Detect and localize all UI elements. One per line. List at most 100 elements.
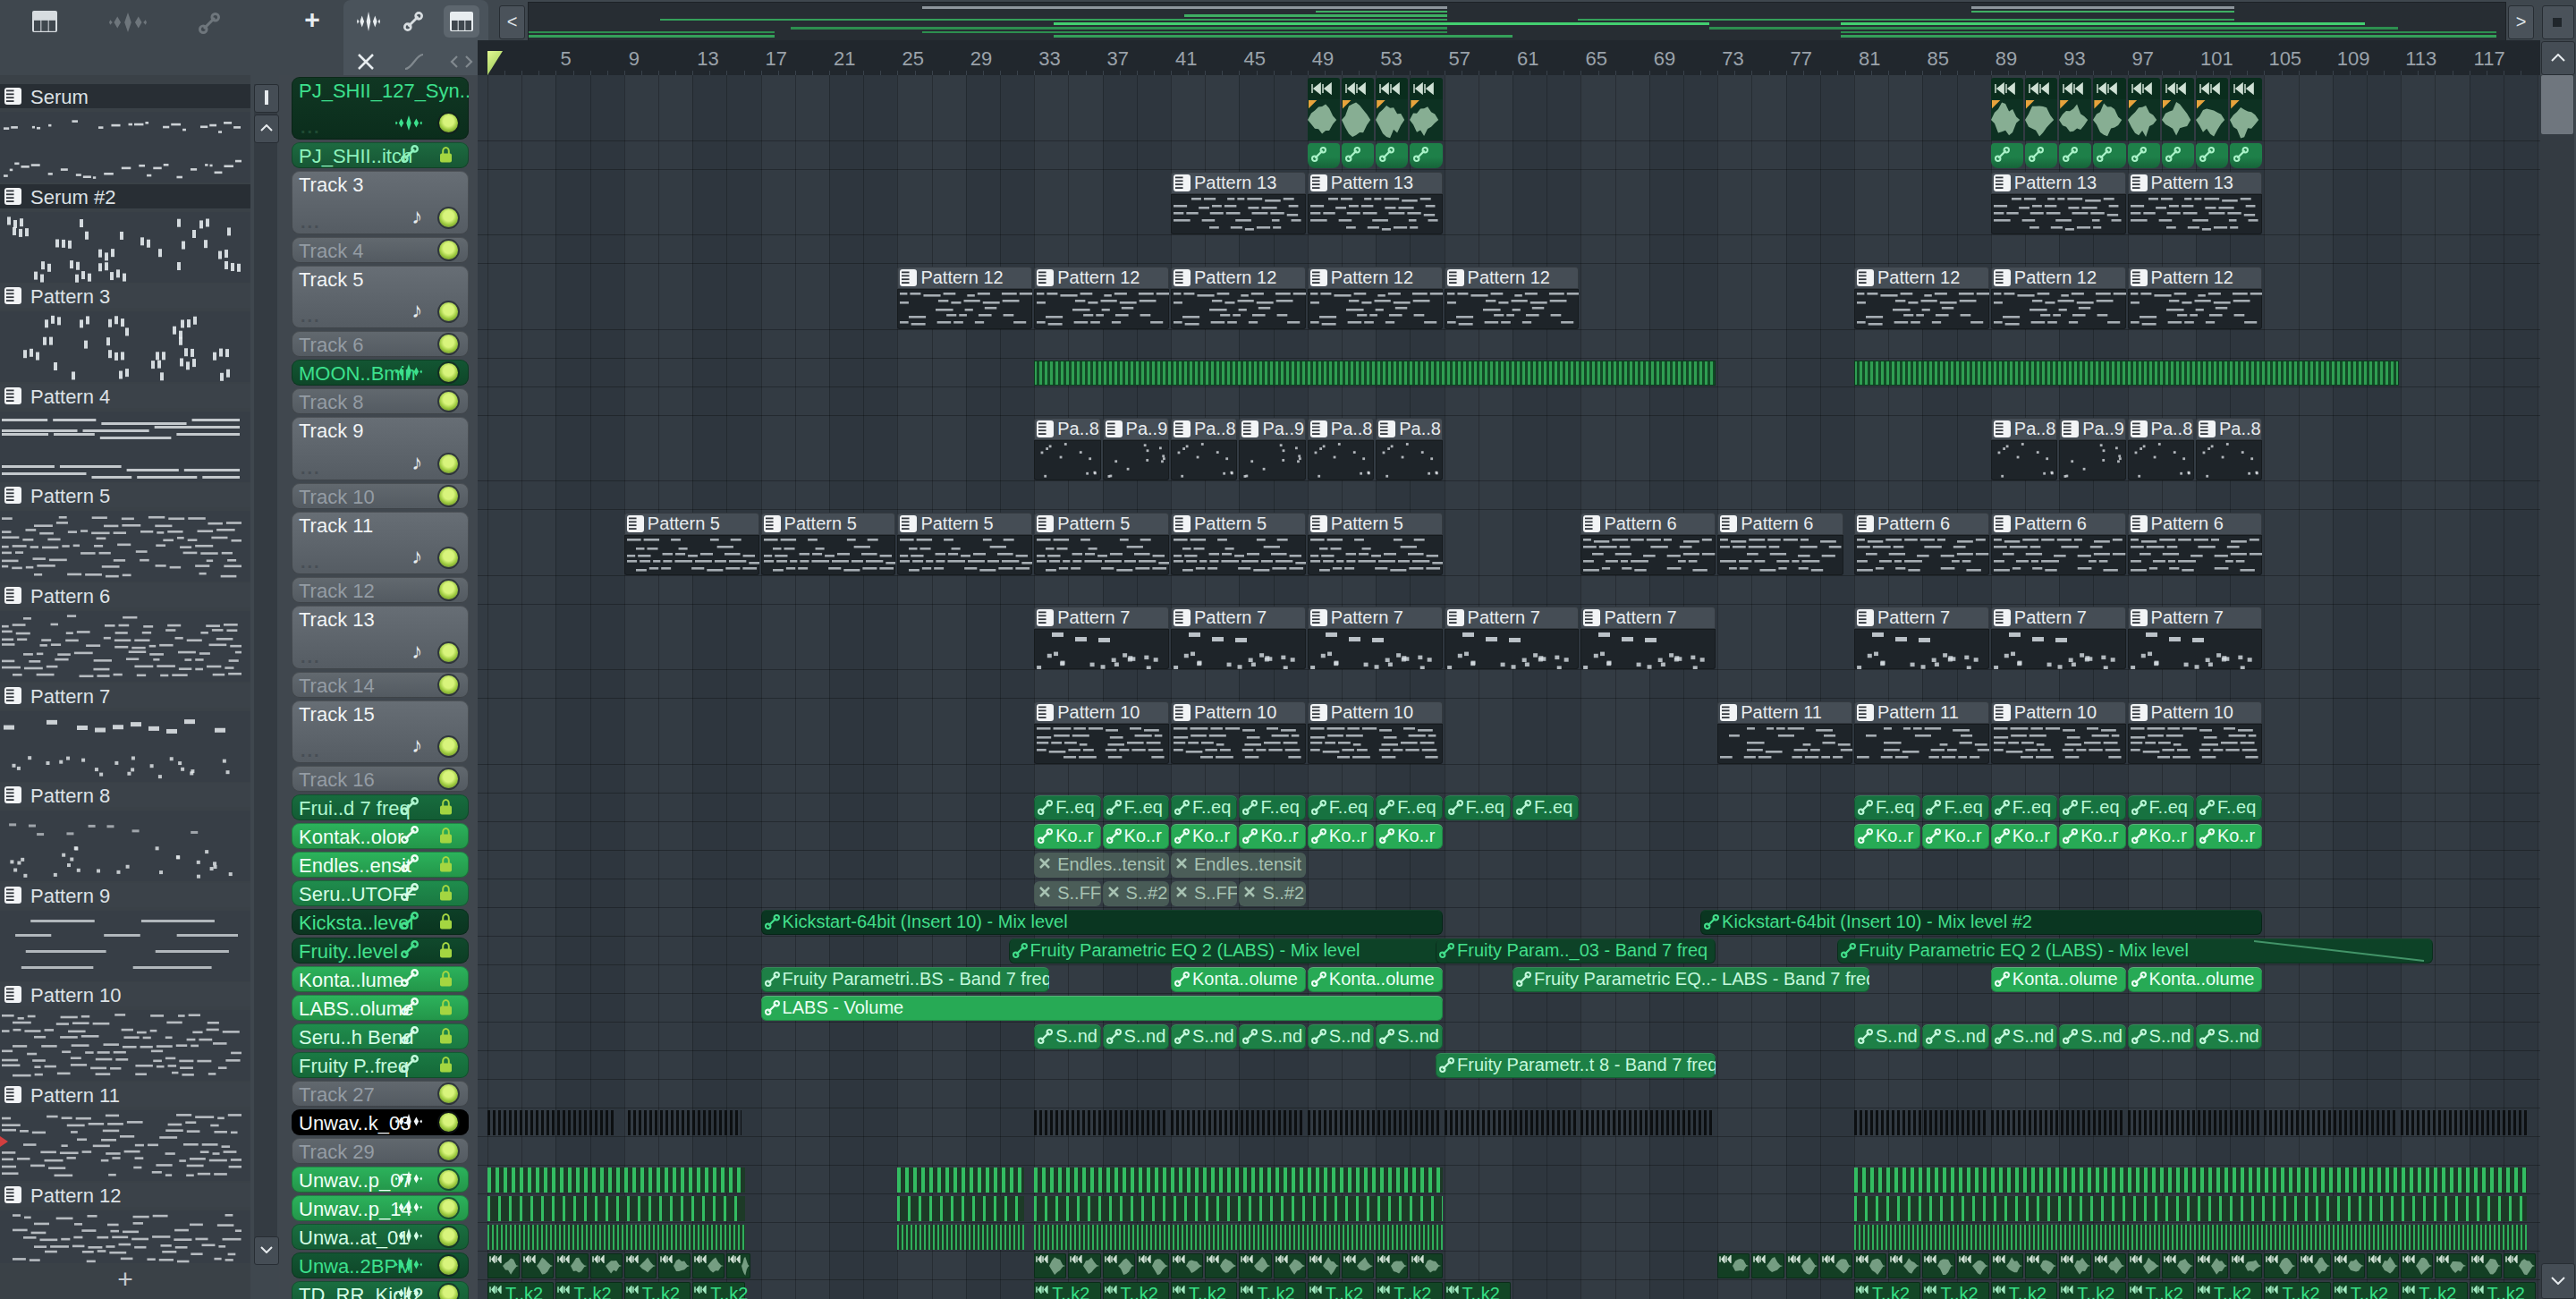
track-lock-icon[interactable] <box>439 942 453 958</box>
track-mute-led[interactable] <box>439 1285 458 1299</box>
audio-clip[interactable] <box>1308 78 1340 140</box>
small-audio-clip-labeled[interactable]: T..k2 <box>2059 1282 2125 1299</box>
pattern-clip-header[interactable]: Pattern 10 <box>1308 701 1443 724</box>
track-name-cell[interactable]: MOON..Bmin <box>292 360 469 386</box>
pattern-clip[interactable]: Pattern 10 <box>1308 701 1443 764</box>
automation-clip[interactable]: F..eq <box>1854 795 1920 820</box>
pattern-clip-header[interactable]: Pattern 7 <box>1445 607 1580 629</box>
pattern-item-header[interactable]: Pattern 3 <box>0 284 250 308</box>
audio-clip-header[interactable] <box>2230 78 2262 99</box>
automation-clip[interactable]: S..nd <box>1239 1024 1305 1049</box>
small-audio-clip-labeled[interactable]: T..k2 <box>2470 1282 2536 1299</box>
small-audio-clip-labeled[interactable]: T..k2 <box>2401 1282 2467 1299</box>
pattern-clip-header[interactable]: Pattern 6 <box>2128 513 2263 535</box>
small-audio-clip[interactable] <box>2367 1253 2399 1278</box>
link-icon[interactable] <box>199 13 220 34</box>
track-options-dots[interactable]: ... <box>301 458 321 479</box>
small-audio-clip[interactable] <box>692 1253 724 1278</box>
navigator-scroll-right[interactable]: > <box>2508 5 2534 39</box>
small-audio-clip-labeled[interactable]: T..k2 <box>1376 1282 1442 1299</box>
small-audio-clip-labeled[interactable]: T..k2 <box>624 1282 691 1299</box>
track-name-cell[interactable]: Unwav..p_07 <box>292 1167 469 1193</box>
pattern-clip-header[interactable]: Pattern 12 <box>1034 267 1169 289</box>
automation-clip[interactable]: S..nd <box>2059 1024 2125 1049</box>
track-name-cell[interactable]: Track 10 <box>292 483 469 509</box>
small-audio-clip[interactable] <box>1376 1253 1408 1278</box>
pattern-clip-header[interactable]: Pattern 11 <box>1854 701 1989 724</box>
track-mute-led[interactable] <box>439 1142 458 1160</box>
track-options-dots[interactable]: ... <box>301 306 321 327</box>
audio-clip[interactable] <box>1342 78 1374 140</box>
pattern-clip-header[interactable]: Pattern 12 <box>1445 267 1580 289</box>
track-name-cell[interactable]: Frui..d 7 freq <box>292 794 469 820</box>
audio-stripe-clip[interactable] <box>487 1110 615 1135</box>
track-name-cell[interactable]: Unwa..at_01 <box>292 1224 469 1250</box>
audio-clip[interactable] <box>2025 78 2057 140</box>
pattern-clip-header[interactable]: Pattern 7 <box>2128 607 2263 629</box>
automation-clip[interactable]: F..eq <box>2128 795 2194 820</box>
pattern-clip[interactable]: Pattern 5 <box>1034 513 1169 575</box>
playlist-scroll-up-button[interactable] <box>2541 41 2575 75</box>
small-audio-clip[interactable] <box>726 1253 750 1278</box>
automation-clip[interactable]: F..eq <box>1239 795 1305 820</box>
playlist-scroll-down-button[interactable] <box>2541 1263 2575 1299</box>
automation-clip[interactable]: S..nd <box>2196 1024 2262 1049</box>
track-mute-led[interactable] <box>439 581 458 599</box>
small-audio-clip-labeled[interactable]: T..k2 <box>555 1282 622 1299</box>
add-pattern-button[interactable]: + <box>0 1263 250 1299</box>
pattern-clip[interactable]: Pattern 12 <box>1308 267 1443 329</box>
pattern-clip[interactable]: Pa..8 <box>1034 418 1100 480</box>
track-name-cell[interactable]: Track 15...♪ <box>292 700 469 764</box>
track-mute-led[interactable] <box>439 302 458 321</box>
small-audio-clip[interactable] <box>2299 1253 2331 1278</box>
pattern-clip[interactable]: Pattern 6 <box>1580 513 1716 575</box>
pattern-clip-header[interactable]: Pattern 5 <box>1034 513 1169 535</box>
piano-roll-icon[interactable] <box>32 11 57 32</box>
automation-clip[interactable]: Konta..olume <box>2128 967 2263 992</box>
small-audio-clip[interactable] <box>2059 1253 2091 1278</box>
track-name-cell[interactable]: Unwav..p_14 <box>292 1195 469 1221</box>
audio-stripe-clip[interactable] <box>628 1110 742 1135</box>
pattern-clip[interactable]: Pa..9 <box>1239 418 1305 480</box>
small-audio-clip-labeled[interactable]: T..k2 <box>1922 1282 1988 1299</box>
pattern-clip[interactable]: Pa..8 <box>1171 418 1237 480</box>
automation-clip[interactable]: F..eq <box>2059 795 2125 820</box>
pattern-item-header[interactable]: Pattern 6 <box>0 583 250 607</box>
audio-stripe-clip[interactable] <box>2264 1110 2395 1135</box>
track-mute-led[interactable] <box>439 769 458 788</box>
audio-clip-header[interactable] <box>1410 78 1442 99</box>
pattern-clip[interactable]: Pattern 12 <box>1034 267 1169 329</box>
pattern-clip-header[interactable]: Pattern 7 <box>1854 607 1989 629</box>
pattern-clip-header[interactable]: Pattern 10 <box>1034 701 1169 724</box>
pattern-clip[interactable]: Pattern 12 <box>1991 267 2126 329</box>
automation-clip[interactable]: Konta..olume <box>1308 967 1443 992</box>
small-audio-clip[interactable] <box>1751 1253 1784 1278</box>
pattern-clip-header[interactable]: Pattern 10 <box>2128 701 2263 724</box>
pattern-clip-header[interactable]: Pa..8 <box>1991 418 2057 440</box>
pattern-clip-header[interactable]: Pattern 10 <box>1171 701 1306 724</box>
small-audio-clip-labeled[interactable]: T..k2 <box>2333 1282 2399 1299</box>
pattern-item-header[interactable]: Pattern 11 <box>0 1082 250 1107</box>
small-audio-clip[interactable] <box>1922 1253 1954 1278</box>
track-lock-icon[interactable] <box>439 1057 453 1073</box>
small-audio-clip[interactable] <box>2196 1253 2228 1278</box>
automation-clip[interactable]: Ko..r <box>1034 824 1100 849</box>
small-audio-clip[interactable] <box>624 1253 657 1278</box>
pattern-clip[interactable]: Pa..8 <box>1376 418 1442 480</box>
track-name-cell[interactable]: Unwa..2BPM <box>292 1252 469 1278</box>
track-lock-icon[interactable] <box>439 999 453 1015</box>
pattern-item-header[interactable]: Serum <box>0 84 250 108</box>
automation-clip[interactable]: Konta..olume <box>1991 967 2126 992</box>
pattern-clip[interactable]: Pattern 6 <box>1991 513 2126 575</box>
small-audio-clip-labeled[interactable]: T..k2 <box>1103 1282 1169 1299</box>
pattern-clip-header[interactable]: Pa..8 <box>2128 418 2194 440</box>
small-audio-clip[interactable] <box>521 1253 554 1278</box>
automation-clip[interactable]: Fruity Parametric EQ 2 (LABS) - Mix leve… <box>1837 938 2434 964</box>
pattern-clip-header[interactable]: Pa..9 <box>1103 418 1169 440</box>
pattern-item-header[interactable]: Pattern 4 <box>0 384 250 408</box>
pattern-clip[interactable]: Pattern 12 <box>1854 267 1989 329</box>
pattern-item-header[interactable]: Pattern 8 <box>0 783 250 807</box>
track-name-cell[interactable]: Track 5...♪ <box>292 266 469 329</box>
track-mute-led[interactable] <box>439 675 458 694</box>
track-name-cell[interactable]: PJ_SHII..itch <box>292 142 469 168</box>
